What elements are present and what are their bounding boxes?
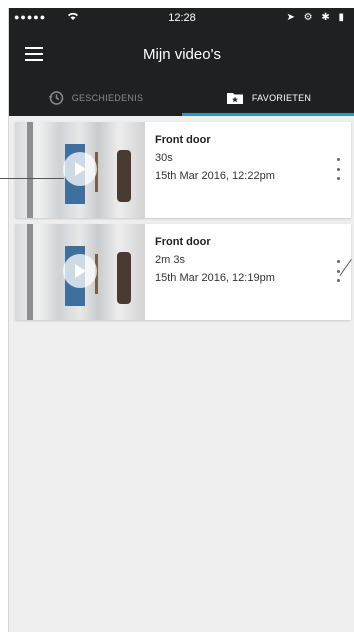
tab-geschiedenis[interactable]: GESCHIEDENIS (9, 80, 182, 116)
video-duration: 2m 3s (155, 254, 185, 266)
video-info: Front door 2m 3s 15th Mar 2016, 12:19pm (145, 224, 351, 320)
list-item[interactable]: Front door 30s 15th Mar 2016, 12:22pm (15, 122, 351, 218)
status-bar: ●●●●● 12:28 ➤ ⚙ ✱ ▮ (9, 8, 354, 30)
page-title: Mijn video's (143, 46, 221, 63)
video-list: Front door 30s 15th Mar 2016, 12:22pm Fr… (9, 116, 354, 320)
video-thumbnail[interactable] (15, 122, 145, 218)
more-options-icon[interactable] (333, 158, 343, 180)
tab-favorieten[interactable]: FAVORIETEN (182, 80, 354, 116)
nav-bar: Mijn video's (9, 30, 354, 80)
video-thumbnail[interactable] (15, 224, 145, 320)
list-item[interactable]: Front door 2m 3s 15th Mar 2016, 12:19pm (15, 224, 351, 320)
app-screen: ●●●●● 12:28 ➤ ⚙ ✱ ▮ Mijn video's GESCHIE… (8, 8, 354, 632)
tab-bar: GESCHIEDENIS FAVORIETEN (9, 80, 354, 116)
callout-line (0, 178, 64, 179)
video-duration: 30s (155, 152, 173, 164)
tab-label: FAVORIETEN (251, 93, 312, 103)
folder-star-icon (226, 91, 244, 105)
video-title: Front door (155, 134, 211, 146)
status-icons: ➤ ⚙ ✱ ▮ (286, 12, 347, 23)
play-icon[interactable] (63, 152, 97, 186)
play-icon[interactable] (63, 254, 97, 288)
history-icon (48, 90, 64, 106)
tab-label: GESCHIEDENIS (71, 93, 144, 103)
video-info: Front door 30s 15th Mar 2016, 12:22pm (145, 122, 351, 218)
video-date: 15th Mar 2016, 12:22pm (155, 170, 275, 182)
video-date: 15th Mar 2016, 12:19pm (155, 272, 275, 284)
video-title: Front door (155, 236, 211, 248)
